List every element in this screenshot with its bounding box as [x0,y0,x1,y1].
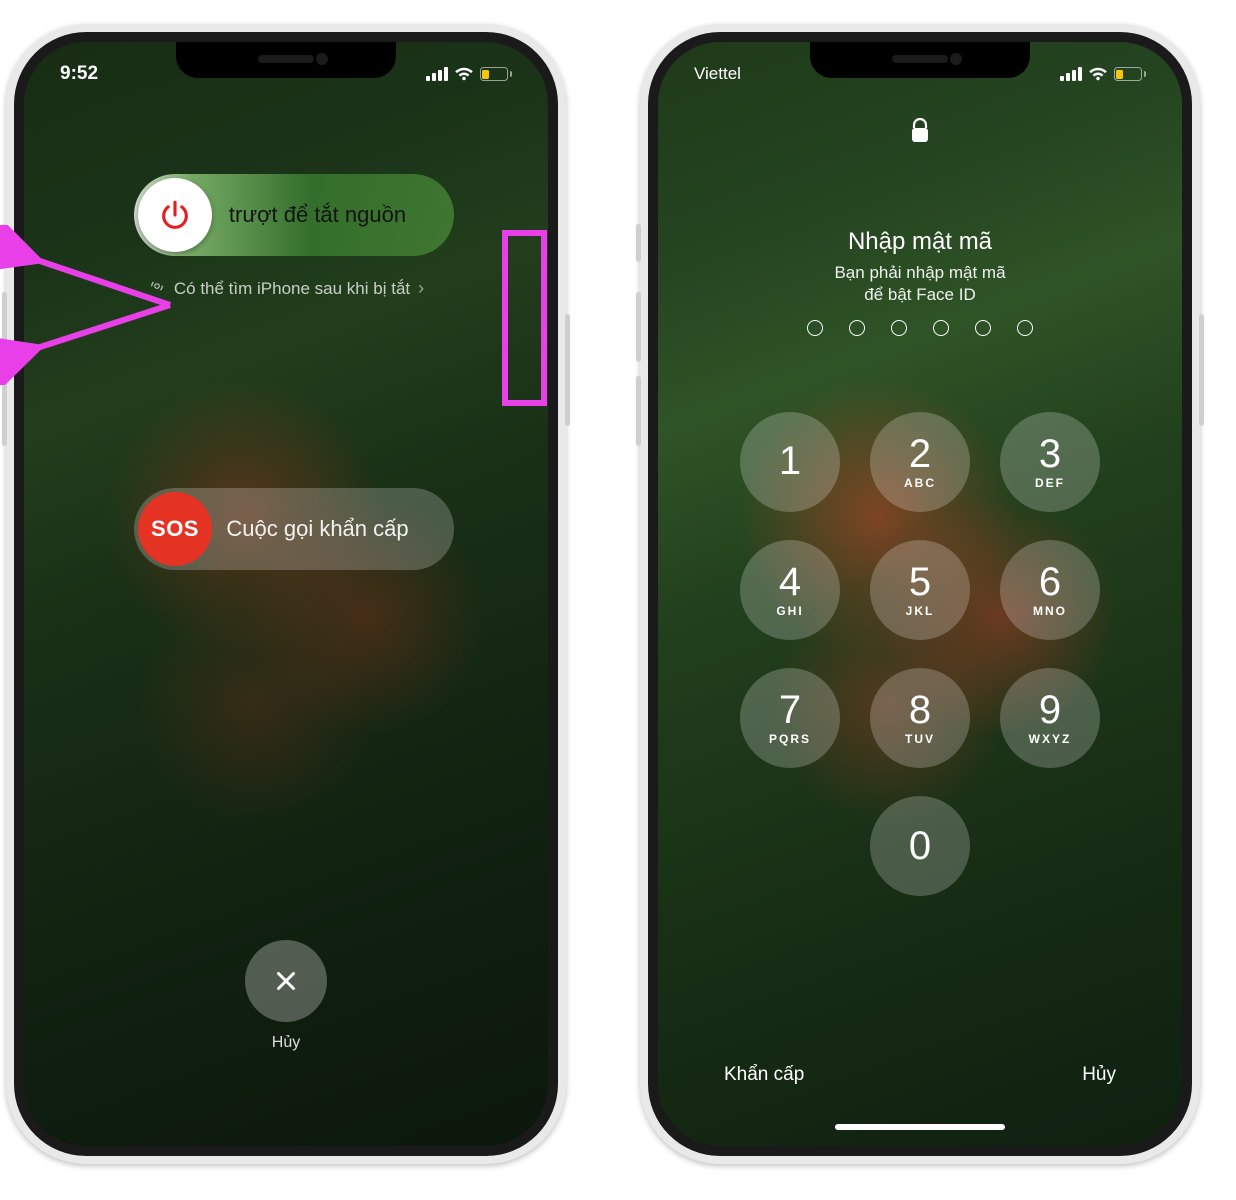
sos-icon[interactable]: SOS [138,492,212,566]
mute-switch[interactable] [2,224,7,262]
chevron-right-icon: › [418,278,424,299]
passcode-screen: Viettel Nhập mật mã Bạn phải nhập mật mã… [658,42,1182,1146]
keypad: 1 2ABC 3DEF 4GHI 5JKL 6MNO 7PQRS 8TUV 9W… [658,412,1182,896]
passcode-dots [658,320,1182,336]
find-iphone-row[interactable]: Có thể tìm iPhone sau khi bị tắt › [24,277,548,300]
close-icon [271,966,301,996]
find-my-icon [148,277,166,300]
cancel-label: Hủy [24,1034,548,1052]
wifi-icon [1088,67,1108,81]
passcode-subtitle: Bạn phải nhập mật mãđể bật Face ID [658,262,1182,306]
sos-label: Cuộc gọi khẩn cấp [216,516,454,542]
cell-signal-icon [426,67,448,81]
volume-up-button[interactable] [636,292,641,362]
status-carrier: Viettel [694,64,741,84]
key-8[interactable]: 8TUV [870,668,970,768]
key-4[interactable]: 4GHI [740,540,840,640]
lock-icon [910,118,930,149]
find-iphone-label: Có thể tìm iPhone sau khi bị tắt [174,279,410,299]
phone-frame-left: 9:52 trượt để tắt nguồn Có thể tìm iPhon… [6,24,566,1164]
volume-down-button[interactable] [636,376,641,446]
power-off-screen: 9:52 trượt để tắt nguồn Có thể tìm iPhon… [24,42,548,1146]
volume-down-button[interactable] [2,376,7,446]
status-time: 9:52 [60,63,98,85]
power-icon[interactable] [138,178,212,252]
cell-signal-icon [1060,67,1082,81]
notch [810,42,1030,78]
cancel-button[interactable]: Hủy [1082,1064,1116,1086]
mute-switch[interactable] [636,224,641,262]
key-9[interactable]: 9WXYZ [1000,668,1100,768]
phone-frame-right: Viettel Nhập mật mã Bạn phải nhập mật mã… [640,24,1200,1164]
battery-icon [480,67,513,81]
side-power-button[interactable] [1199,314,1204,426]
emergency-button[interactable]: Khẩn cấp [724,1064,804,1086]
battery-icon [1114,67,1147,81]
key-7[interactable]: 7PQRS [740,668,840,768]
side-power-button[interactable] [565,314,570,426]
passcode-title: Nhập mật mã [658,228,1182,256]
wifi-icon [454,67,474,81]
key-6[interactable]: 6MNO [1000,540,1100,640]
notch [176,42,396,78]
status-right [426,67,513,81]
key-2[interactable]: 2ABC [870,412,970,512]
power-off-label: trượt để tắt nguồn [216,202,454,228]
key-1[interactable]: 1 [740,412,840,512]
key-3[interactable]: 3DEF [1000,412,1100,512]
home-indicator[interactable] [835,1124,1005,1130]
cancel-button[interactable] [245,940,327,1022]
bottom-actions: Khẩn cấp Hủy [658,1064,1182,1086]
key-5[interactable]: 5JKL [870,540,970,640]
power-off-slider[interactable]: trượt để tắt nguồn [134,174,454,256]
key-0[interactable]: 0 [870,796,970,896]
sos-slider[interactable]: SOS Cuộc gọi khẩn cấp [134,488,454,570]
status-right [1060,67,1147,81]
volume-up-button[interactable] [2,292,7,362]
